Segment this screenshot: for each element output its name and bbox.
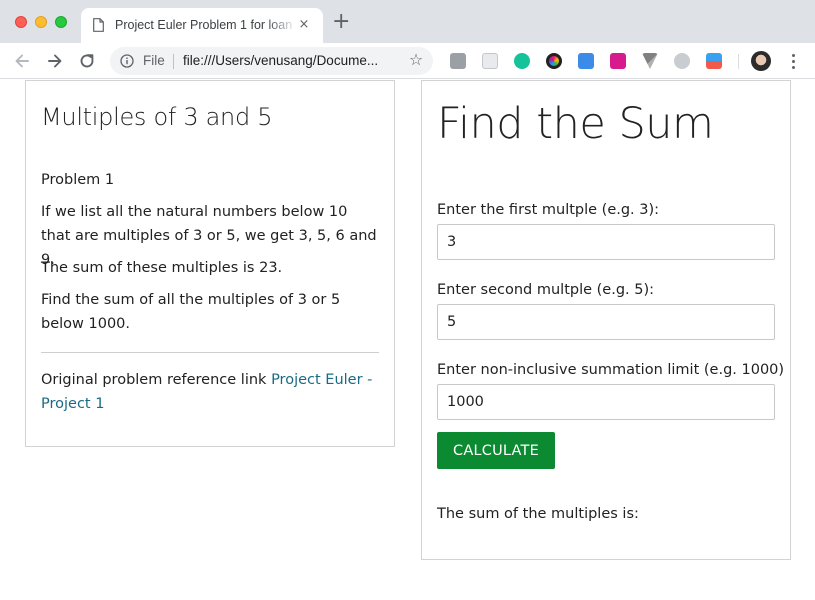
reference-text: Original problem reference link Project …	[41, 368, 381, 416]
extension-icon[interactable]	[706, 53, 722, 69]
minimize-window-button[interactable]	[35, 16, 47, 28]
url-text[interactable]: file:///Users/venusang/Docume...	[183, 53, 398, 68]
browser-toolbar: File file:///Users/venusang/Docume... ☆	[0, 43, 815, 79]
extension-icon[interactable]	[578, 53, 594, 69]
extension-icon[interactable]	[642, 53, 658, 69]
grammarly-icon[interactable]	[514, 53, 530, 69]
browser-tab[interactable]: Project Euler Problem 1 for loan ×	[81, 8, 323, 43]
extension-icon[interactable]	[450, 53, 466, 69]
limit-label: Enter non-inclusive summation limit (e.g…	[437, 362, 785, 378]
problem-number: Problem 1	[41, 172, 115, 188]
first-multiple-input[interactable]	[437, 224, 775, 260]
calculator-card: Find the Sum Enter the first multple (e.…	[421, 80, 791, 560]
limit-input[interactable]	[437, 384, 775, 420]
tab-title-fade	[267, 16, 297, 36]
omnibox-separator	[173, 54, 174, 69]
maximize-window-button[interactable]	[55, 16, 67, 28]
close-tab-button[interactable]: ×	[295, 16, 313, 34]
calculator-title: Find the Sum	[437, 99, 714, 149]
problem-card: Multiples of 3 and 5 Problem 1 If we lis…	[25, 80, 395, 447]
reload-icon[interactable]	[77, 51, 97, 71]
info-icon[interactable]	[120, 54, 134, 68]
profile-avatar[interactable]	[751, 51, 771, 71]
document-icon	[93, 18, 104, 32]
extension-icon[interactable]	[610, 53, 626, 69]
more-menu-icon[interactable]	[785, 52, 801, 70]
calculate-button[interactable]: CALCULATE	[437, 432, 555, 469]
close-window-button[interactable]	[15, 16, 27, 28]
browser-tab-strip: Project Euler Problem 1 for loan × +	[0, 0, 815, 43]
problem-paragraph-2: The sum of these multiples is 23.	[41, 260, 283, 276]
second-multiple-input[interactable]	[437, 304, 775, 340]
forward-arrow-icon[interactable]	[45, 51, 65, 71]
scheme-label: File	[143, 53, 165, 68]
extension-icon[interactable]	[482, 53, 498, 69]
toolbar-separator	[738, 54, 739, 69]
first-multiple-label: Enter the first multple (e.g. 3):	[437, 202, 660, 218]
extension-icon[interactable]	[674, 53, 690, 69]
extension-icon[interactable]	[546, 53, 562, 69]
bookmark-star-icon[interactable]: ☆	[407, 51, 425, 69]
reference-prefix: Original problem reference link	[41, 372, 267, 388]
address-bar[interactable]: File file:///Users/venusang/Docume... ☆	[110, 47, 433, 75]
problem-divider	[41, 352, 379, 353]
problem-paragraph-3: Find the sum of all the multiples of 3 o…	[41, 292, 341, 332]
result-label: The sum of the multiples is:	[437, 506, 639, 522]
page-content: Multiples of 3 and 5 Problem 1 If we lis…	[0, 80, 815, 600]
second-multiple-label: Enter second multple (e.g. 5):	[437, 282, 655, 298]
new-tab-button[interactable]: +	[332, 11, 350, 33]
back-arrow-icon[interactable]	[12, 51, 32, 71]
problem-title: Multiples of 3 and 5	[41, 103, 273, 131]
